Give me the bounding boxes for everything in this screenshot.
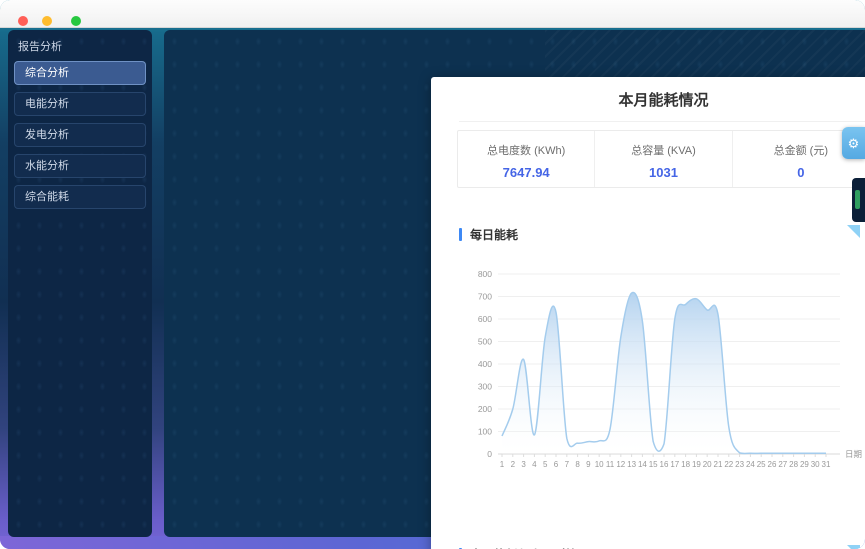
svg-text:800: 800	[478, 269, 492, 279]
minimize-button[interactable]	[42, 16, 52, 26]
svg-text:7: 7	[565, 460, 570, 469]
sidebar-item-0[interactable]: 综合分析	[14, 61, 146, 85]
sidebar-item-2[interactable]: 发电分析	[14, 123, 146, 147]
svg-text:14: 14	[638, 460, 647, 469]
stat-label: 总电度数 (KWh)	[458, 142, 594, 158]
sidebar-header: 报告分析	[8, 30, 152, 61]
energy-report-card: 本月能耗情况 总电度数 (KWh) 7647.94 总容量 (KVA) 1031…	[431, 77, 865, 549]
edge-mini-widget[interactable]	[852, 178, 865, 222]
sidebar-panel: 报告分析 综合分析电能分析发电分析水能分析综合能耗	[8, 30, 152, 537]
svg-text:9: 9	[586, 460, 591, 469]
svg-text:25: 25	[757, 460, 766, 469]
gear-icon: ⚙	[848, 137, 860, 150]
stat-total-kwh: 总电度数 (KWh) 7647.94	[458, 131, 594, 187]
svg-text:30: 30	[811, 460, 820, 469]
close-button[interactable]	[18, 16, 28, 26]
svg-text:600: 600	[478, 314, 492, 324]
maximize-button[interactable]	[71, 16, 81, 26]
mini-green-indicator	[855, 190, 860, 209]
svg-text:29: 29	[800, 460, 809, 469]
svg-text:16: 16	[660, 460, 669, 469]
svg-text:5: 5	[543, 460, 548, 469]
svg-text:15: 15	[649, 460, 658, 469]
svg-text:400: 400	[478, 359, 492, 369]
svg-text:3: 3	[521, 460, 526, 469]
svg-text:700: 700	[478, 292, 492, 302]
svg-text:23: 23	[735, 460, 744, 469]
svg-text:6: 6	[554, 460, 559, 469]
svg-text:200: 200	[478, 404, 492, 414]
sidebar-item-1[interactable]: 电能分析	[14, 92, 146, 116]
svg-text:26: 26	[768, 460, 777, 469]
svg-text:13: 13	[627, 460, 636, 469]
svg-text:10: 10	[595, 460, 604, 469]
svg-text:27: 27	[778, 460, 787, 469]
svg-text:0: 0	[487, 449, 492, 459]
section-accent-bar	[459, 228, 462, 241]
svg-text:28: 28	[789, 460, 798, 469]
stat-value: 0	[733, 165, 865, 180]
svg-text:18: 18	[681, 460, 690, 469]
daily-energy-chart-svg: 0100200300400500600700800123456789101112…	[455, 258, 865, 472]
sidebar-item-3[interactable]: 水能分析	[14, 154, 146, 178]
stats-summary-box: 总电度数 (KWh) 7647.94 总容量 (KVA) 1031 总金额 (元…	[457, 130, 865, 188]
svg-text:300: 300	[478, 382, 492, 392]
stat-value: 7647.94	[458, 165, 594, 180]
svg-text:日期: 日期	[845, 449, 862, 459]
svg-text:500: 500	[478, 337, 492, 347]
svg-text:21: 21	[714, 460, 723, 469]
section-month-compare-header: 本月能耗与上月对比	[459, 544, 865, 549]
section-daily-energy-header: 每日能耗	[459, 224, 865, 244]
titlebar	[0, 0, 865, 28]
app-window: 报告分析 综合分析电能分析发电分析水能分析综合能耗 本月能耗情况 总电度数 (K…	[0, 0, 865, 549]
sidebar-item-4[interactable]: 综合能耗	[14, 185, 146, 209]
main-panel: 本月能耗情况 总电度数 (KWh) 7647.94 总容量 (KVA) 1031…	[164, 30, 865, 537]
svg-text:100: 100	[478, 427, 492, 437]
svg-text:2: 2	[511, 460, 516, 469]
svg-text:24: 24	[746, 460, 755, 469]
card-title: 本月能耗情况	[459, 77, 865, 122]
stat-label: 总容量 (KVA)	[595, 142, 731, 158]
svg-text:11: 11	[606, 460, 615, 469]
stat-value: 1031	[595, 165, 731, 180]
svg-text:19: 19	[692, 460, 701, 469]
corner-triangle-icon[interactable]	[847, 225, 860, 238]
stat-total-kva: 总容量 (KVA) 1031	[594, 131, 731, 187]
daily-energy-chart: 0100200300400500600700800123456789101112…	[455, 258, 865, 477]
svg-text:4: 4	[532, 460, 537, 469]
section-title: 每日能耗	[470, 226, 518, 243]
sidebar-menu: 综合分析电能分析发电分析水能分析综合能耗	[8, 61, 152, 209]
svg-text:1: 1	[500, 460, 505, 469]
svg-text:12: 12	[616, 460, 625, 469]
svg-text:17: 17	[670, 460, 679, 469]
corner-triangle-icon[interactable]	[847, 545, 860, 549]
section-title: 本月能耗与上月对比	[470, 546, 578, 549]
svg-text:31: 31	[822, 460, 831, 469]
svg-text:20: 20	[703, 460, 712, 469]
settings-float-button[interactable]: ⚙	[842, 127, 865, 159]
svg-text:22: 22	[724, 460, 733, 469]
svg-text:8: 8	[575, 460, 580, 469]
